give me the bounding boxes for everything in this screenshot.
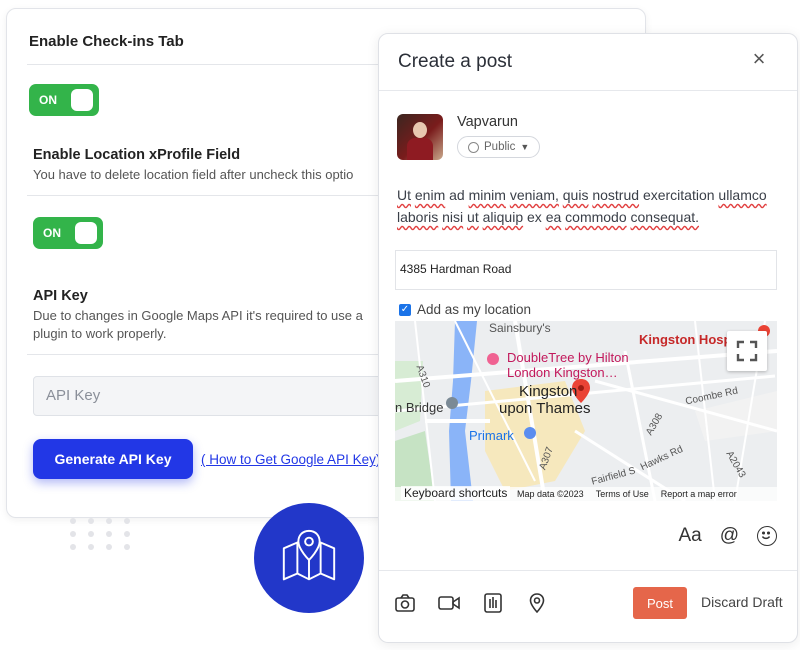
fullscreen-button[interactable] bbox=[727, 331, 767, 371]
word: Ut bbox=[397, 187, 411, 203]
location-toggle[interactable]: ON bbox=[33, 217, 103, 249]
api-desc-line: Due to changes in Google Maps API it's r… bbox=[33, 308, 363, 323]
attachment-toolbar bbox=[394, 592, 548, 614]
word: ea bbox=[545, 209, 562, 225]
checkins-toggle[interactable]: ON bbox=[29, 84, 99, 116]
modal-title: Create a post bbox=[398, 51, 513, 72]
terms-link[interactable]: Terms of Use bbox=[596, 489, 649, 499]
word: laboris bbox=[397, 209, 439, 225]
word: ad bbox=[449, 187, 465, 203]
location-field[interactable] bbox=[395, 250, 777, 290]
word: commodo bbox=[565, 209, 627, 225]
word: minim bbox=[468, 187, 506, 203]
location-icon[interactable] bbox=[526, 592, 548, 614]
api-key-heading: API Key bbox=[33, 288, 88, 304]
word: nostrud bbox=[592, 187, 640, 203]
word: aliquip bbox=[482, 209, 524, 225]
location-input[interactable] bbox=[396, 251, 764, 287]
divider bbox=[379, 90, 797, 91]
username: Vapvarun bbox=[457, 114, 518, 130]
api-desc-line: plugin to work properly. bbox=[33, 326, 167, 341]
api-key-field[interactable] bbox=[33, 376, 395, 416]
add-location-checkbox[interactable]: ✓ Add as my location bbox=[399, 302, 531, 317]
map-badge bbox=[254, 503, 364, 613]
map-label-doubletree: DoubleTree by Hilton bbox=[507, 350, 629, 365]
word: consequat. bbox=[630, 209, 700, 225]
word: quis bbox=[562, 187, 589, 203]
create-post-modal: Create a post × Vapvarun Public ▼ Ut eni… bbox=[378, 33, 798, 643]
report-link[interactable]: Report a map error bbox=[661, 489, 737, 499]
divider bbox=[379, 570, 797, 571]
gif-icon[interactable] bbox=[482, 592, 504, 614]
checkbox-checked-icon[interactable]: ✓ bbox=[399, 303, 411, 316]
word: veniam, bbox=[509, 187, 559, 203]
privacy-selector[interactable]: Public ▼ bbox=[457, 136, 541, 158]
word: ex bbox=[527, 209, 542, 225]
api-key-help-link[interactable]: ( How to Get Google API Key) bbox=[201, 452, 380, 467]
api-key-input[interactable] bbox=[34, 377, 388, 413]
map-data-label: Map data ©2023 bbox=[517, 489, 584, 499]
word: ut bbox=[467, 209, 479, 225]
toggle-knob bbox=[71, 89, 93, 111]
add-location-label: Add as my location bbox=[417, 302, 532, 317]
toggle-knob bbox=[75, 222, 97, 244]
word: nisi bbox=[442, 209, 464, 225]
map-label-bridge: n Bridge bbox=[395, 400, 444, 415]
map-label-upon-thames: upon Thames bbox=[499, 400, 591, 417]
generate-api-key-button[interactable]: Generate API Key bbox=[33, 439, 193, 479]
map-view[interactable]: Sainsbury's DoubleTree by Hilton London … bbox=[395, 321, 777, 501]
close-icon[interactable]: × bbox=[749, 48, 769, 70]
text-format-icon[interactable]: Aa bbox=[678, 525, 701, 547]
map-label-primark: Primark bbox=[469, 428, 514, 443]
toggle-label: ON bbox=[39, 93, 57, 107]
post-button[interactable]: Post bbox=[633, 587, 687, 619]
checkins-title: Enable Check-ins Tab bbox=[29, 33, 184, 50]
keyboard-shortcuts-link[interactable]: Keyboard shortcuts bbox=[401, 486, 511, 500]
discard-draft-button[interactable]: Discard Draft bbox=[701, 594, 783, 610]
camera-icon[interactable] bbox=[394, 592, 416, 614]
chevron-down-icon: ▼ bbox=[520, 142, 530, 152]
word: enim bbox=[414, 187, 446, 203]
map-label-sainsbury: Sainsbury's bbox=[489, 321, 551, 335]
smiley-icon[interactable] bbox=[757, 526, 777, 546]
toggle-label: ON bbox=[43, 226, 61, 240]
post-text[interactable]: Ut enim ad minim veniam, quis nostrud ex… bbox=[397, 184, 789, 228]
video-icon[interactable] bbox=[438, 592, 460, 614]
decorative-dots bbox=[70, 518, 140, 558]
map-label-doubletree2: London Kingston… bbox=[507, 365, 618, 380]
map-icon bbox=[282, 529, 336, 581]
location-heading: Enable Location xProfile Field bbox=[33, 147, 241, 163]
globe-icon bbox=[468, 141, 479, 153]
word: ullamco bbox=[718, 187, 767, 203]
text-tools: Aa @ bbox=[678, 525, 777, 547]
word: exercitation bbox=[642, 187, 715, 203]
map-label-hospital: Kingston Hosp bbox=[639, 332, 732, 347]
location-description: You have to delete location field after … bbox=[33, 167, 354, 182]
api-key-description: Due to changes in Google Maps API it's r… bbox=[33, 307, 373, 343]
privacy-label: Public bbox=[484, 141, 516, 153]
avatar bbox=[397, 114, 443, 160]
fullscreen-icon bbox=[736, 340, 758, 362]
map-label-kingston: Kingston bbox=[519, 383, 578, 400]
at-icon[interactable]: @ bbox=[720, 525, 739, 547]
